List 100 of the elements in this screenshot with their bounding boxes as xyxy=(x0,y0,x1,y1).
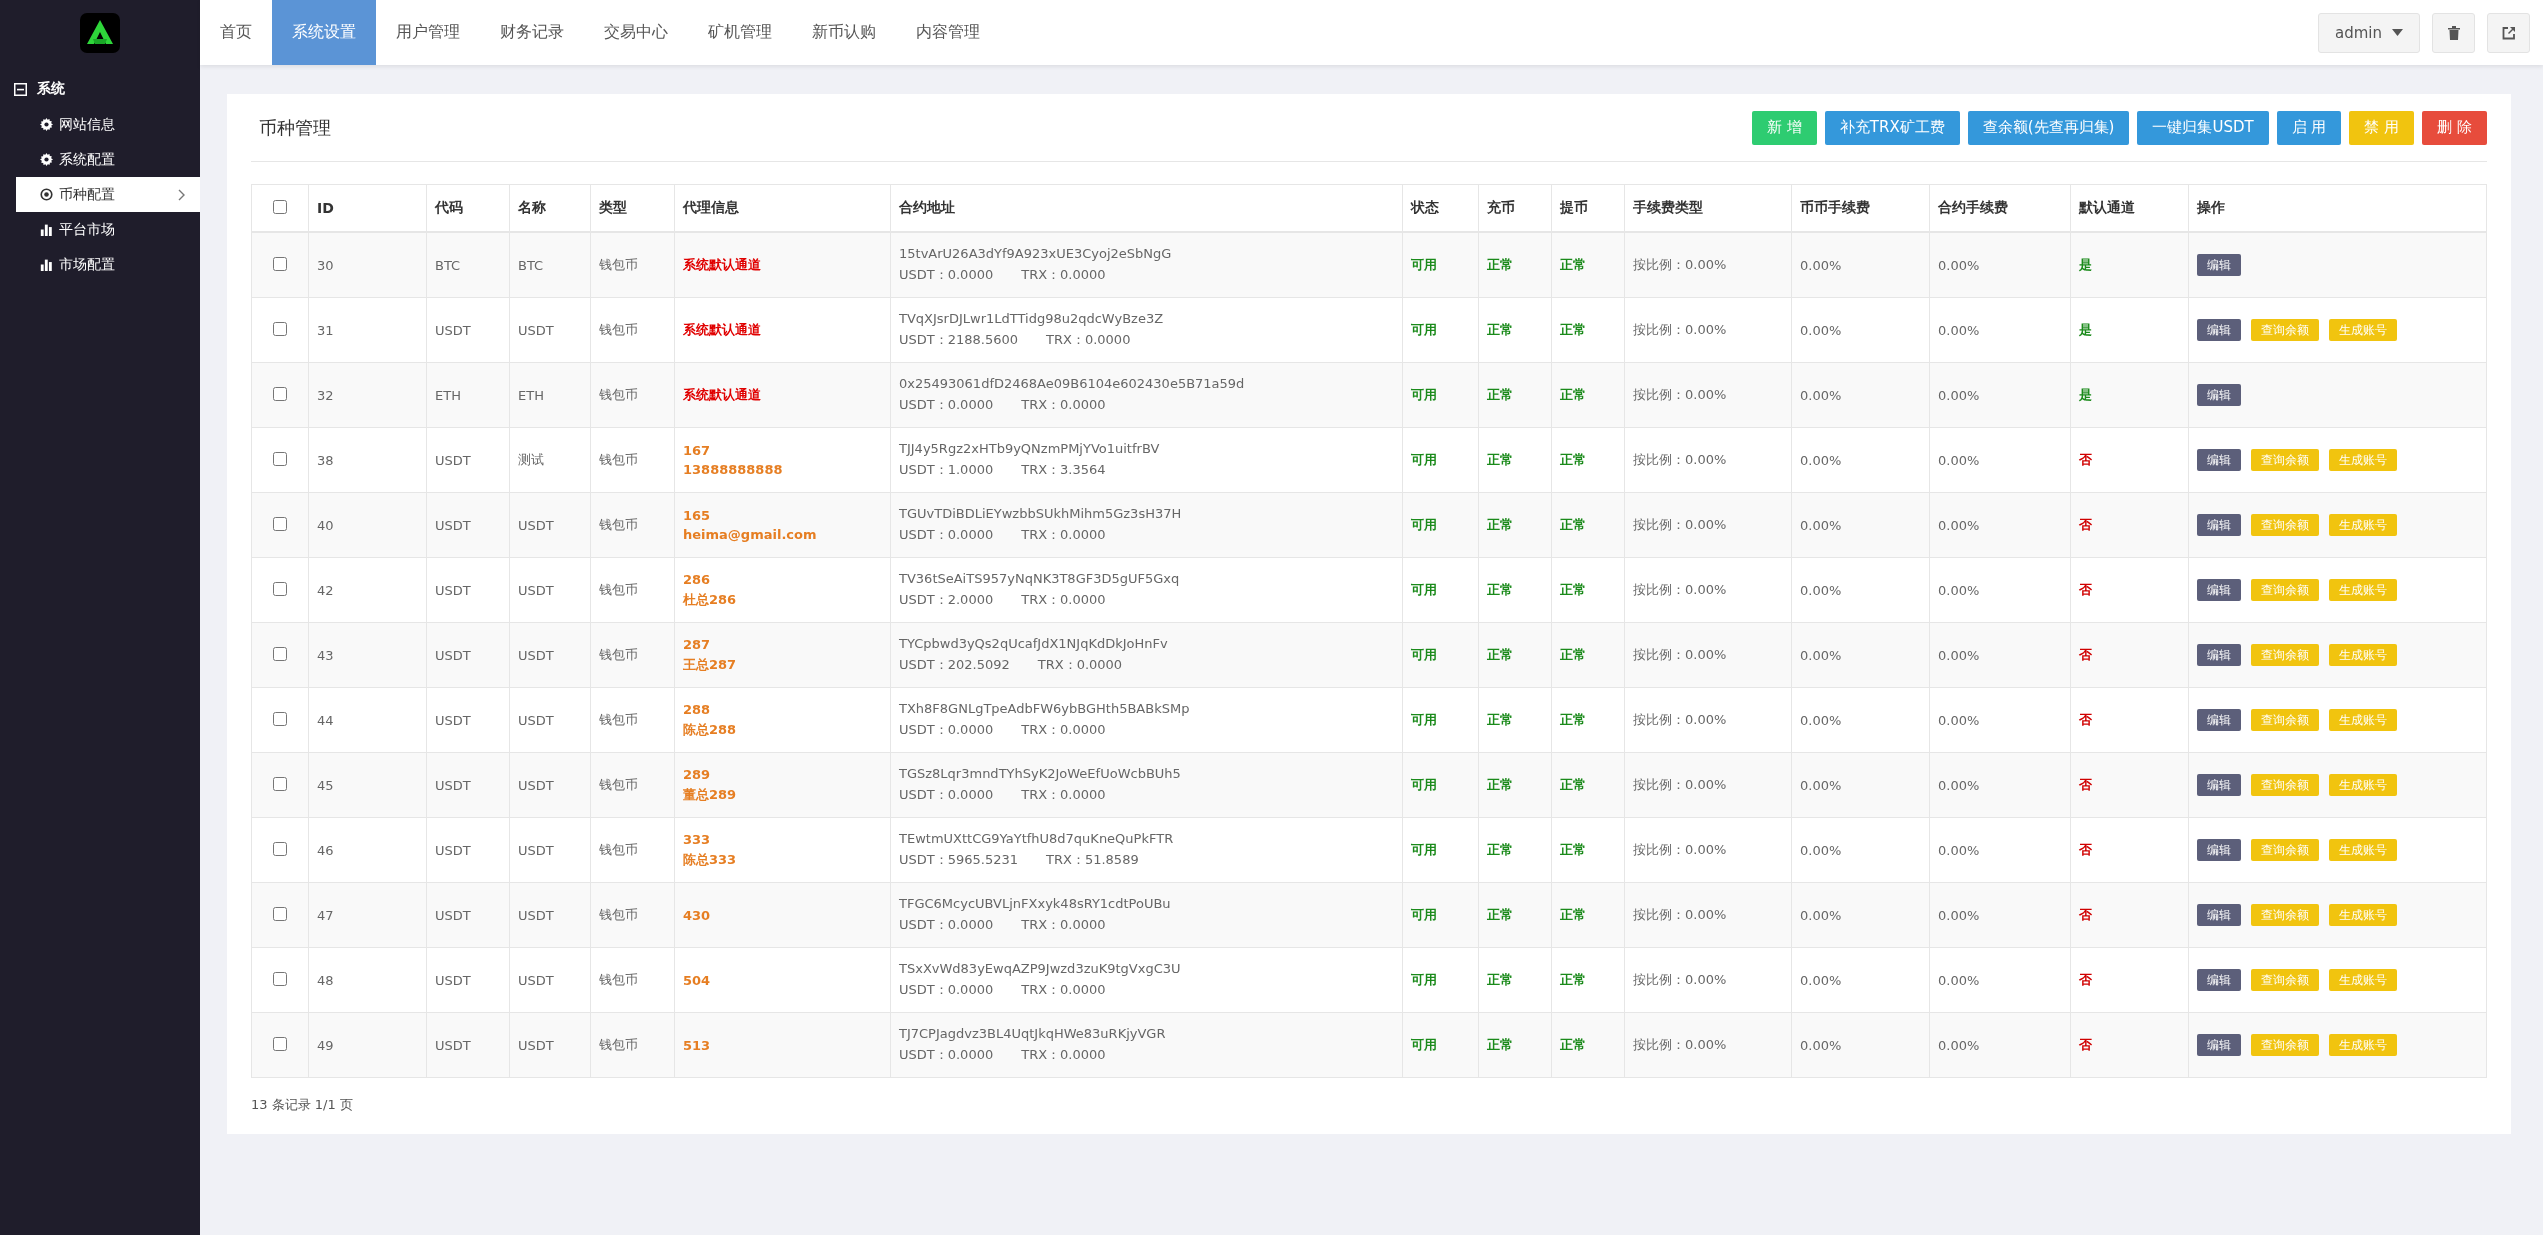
nav-tab[interactable]: 新币认购 xyxy=(792,0,896,65)
sidebar-item[interactable]: 网站信息 xyxy=(16,107,200,142)
default-channel-label: 否 xyxy=(2079,777,2092,792)
row-checkbox[interactable] xyxy=(273,711,287,726)
generate-account-button[interactable]: 生成账号 xyxy=(2329,1034,2397,1056)
nav-tab[interactable]: 交易中心 xyxy=(584,0,688,65)
query-balance-button[interactable]: 查询余额 xyxy=(2251,514,2319,536)
table-cell: 可用 xyxy=(1411,582,1437,597)
table-cell: 0.00% xyxy=(1938,387,1980,403)
row-checkbox[interactable] xyxy=(273,646,287,661)
logout-button[interactable] xyxy=(2487,12,2530,53)
query-balance-button[interactable]: 查询余额 xyxy=(2251,709,2319,731)
trash-icon xyxy=(2447,25,2460,40)
sidebar-item[interactable]: 币种配置 xyxy=(16,177,200,212)
generate-account-button[interactable]: 生成账号 xyxy=(2329,904,2397,926)
toolbar-button[interactable]: 禁 用 xyxy=(2349,110,2415,145)
generate-account-button[interactable]: 生成账号 xyxy=(2329,709,2397,731)
edit-button[interactable]: 编辑 xyxy=(2197,969,2241,991)
query-balance-button[interactable]: 查询余额 xyxy=(2251,644,2319,666)
table-cell: USDT xyxy=(435,907,471,923)
user-dropdown[interactable]: admin xyxy=(2318,12,2420,53)
table-cell: 48 xyxy=(317,972,334,988)
usdt-balance: USDT：0.0000 xyxy=(899,266,994,284)
row-checkbox[interactable] xyxy=(273,906,287,921)
sidebar-item[interactable]: 平台市场 xyxy=(16,212,200,247)
edit-button[interactable]: 编辑 xyxy=(2197,514,2241,536)
caret-icon xyxy=(2392,29,2403,36)
query-balance-button[interactable]: 查询余额 xyxy=(2251,839,2319,861)
agent-info: 系统默认通道 xyxy=(683,321,762,339)
edit-button[interactable]: 编辑 xyxy=(2197,384,2241,406)
generate-account-button[interactable]: 生成账号 xyxy=(2329,514,2397,536)
row-checkbox[interactable] xyxy=(273,321,287,336)
table-cell: 0.00% xyxy=(1800,452,1842,468)
toolbar-button[interactable]: 查余额(先查再归集) xyxy=(1967,110,2130,145)
select-all-checkbox[interactable] xyxy=(273,199,287,214)
table-cell: 0.00% xyxy=(1938,647,1980,663)
query-balance-button[interactable]: 查询余额 xyxy=(2251,969,2319,991)
query-balance-button[interactable]: 查询余额 xyxy=(2251,449,2319,471)
toolbar-button[interactable]: 补充TRX矿工费 xyxy=(1824,110,1960,145)
nav-tab[interactable]: 财务记录 xyxy=(480,0,584,65)
edit-button[interactable]: 编辑 xyxy=(2197,839,2241,861)
toolbar-button[interactable]: 新 增 xyxy=(1752,110,1817,145)
row-checkbox[interactable] xyxy=(273,581,287,596)
table-cell: 按比例：0.00% xyxy=(1633,452,1727,467)
nav-tab[interactable]: 矿机管理 xyxy=(688,0,792,65)
edit-button[interactable]: 编辑 xyxy=(2197,644,2241,666)
table-cell: 钱包币 xyxy=(599,452,638,467)
row-checkbox[interactable] xyxy=(273,516,287,531)
row-checkbox[interactable] xyxy=(273,256,287,271)
query-balance-button[interactable]: 查询余额 xyxy=(2251,319,2319,341)
sidebar-group-label[interactable]: 系统 xyxy=(37,80,65,98)
toolbar-button[interactable]: 一键归集USDT xyxy=(2137,110,2269,145)
edit-button[interactable]: 编辑 xyxy=(2197,904,2241,926)
generate-account-button[interactable]: 生成账号 xyxy=(2329,774,2397,796)
row-checkbox[interactable] xyxy=(273,451,287,466)
nav-tab[interactable]: 系统设置 xyxy=(272,0,376,65)
edit-button[interactable]: 编辑 xyxy=(2197,1034,2241,1056)
query-balance-button[interactable]: 查询余额 xyxy=(2251,579,2319,601)
table-cell: USDT xyxy=(435,1037,471,1053)
sidebar-item[interactable]: 系统配置 xyxy=(16,142,200,177)
toolbar-button[interactable]: 删 除 xyxy=(2422,110,2487,145)
generate-account-button[interactable]: 生成账号 xyxy=(2329,839,2397,861)
default-channel-label: 否 xyxy=(2079,712,2092,727)
table-cell: 钱包币 xyxy=(599,322,638,337)
row-checkbox[interactable] xyxy=(273,1036,287,1051)
clear-cache-button[interactable] xyxy=(2432,12,2475,53)
generate-account-button[interactable]: 生成账号 xyxy=(2329,969,2397,991)
edit-button[interactable]: 编辑 xyxy=(2197,254,2241,276)
edit-button[interactable]: 编辑 xyxy=(2197,449,2241,471)
collapse-icon[interactable] xyxy=(14,82,27,96)
nav-tab[interactable]: 用户管理 xyxy=(376,0,480,65)
query-balance-button[interactable]: 查询余额 xyxy=(2251,774,2319,796)
nav-tab[interactable]: 内容管理 xyxy=(896,0,1000,65)
edit-button[interactable]: 编辑 xyxy=(2197,319,2241,341)
generate-account-button[interactable]: 生成账号 xyxy=(2329,579,2397,601)
row-checkbox[interactable] xyxy=(273,776,287,791)
query-balance-button[interactable]: 查询余额 xyxy=(2251,904,2319,926)
contract-address: TYCpbwd3yQs2qUcafJdX1NJqKdDkJoHnFv xyxy=(899,636,1169,651)
generate-account-button[interactable]: 生成账号 xyxy=(2329,319,2397,341)
row-checkbox[interactable] xyxy=(273,386,287,401)
chevron-right-icon xyxy=(178,188,186,201)
row-checkbox[interactable] xyxy=(273,971,287,986)
generate-account-button[interactable]: 生成账号 xyxy=(2329,449,2397,471)
nav-tab[interactable]: 首页 xyxy=(200,0,272,65)
generate-account-button[interactable]: 生成账号 xyxy=(2329,644,2397,666)
edit-button[interactable]: 编辑 xyxy=(2197,579,2241,601)
table-cell: 正常 xyxy=(1487,257,1513,272)
agent-info: 13888888888 xyxy=(683,462,784,477)
query-balance-button[interactable]: 查询余额 xyxy=(2251,1034,2319,1056)
edit-button[interactable]: 编辑 xyxy=(2197,709,2241,731)
row-checkbox[interactable] xyxy=(273,841,287,856)
table-cell: 正常 xyxy=(1560,517,1586,532)
toolbar-button[interactable]: 启 用 xyxy=(2276,110,2342,145)
share-icon xyxy=(2501,25,2516,40)
trx-balance: TRX：0.0000 xyxy=(1021,786,1106,804)
column-header: 名称 xyxy=(518,199,546,215)
sidebar-item[interactable]: 市场配置 xyxy=(16,247,200,282)
table-cell: 正常 xyxy=(1560,842,1586,857)
edit-button[interactable]: 编辑 xyxy=(2197,774,2241,796)
column-header: 合约地址 xyxy=(899,199,955,215)
